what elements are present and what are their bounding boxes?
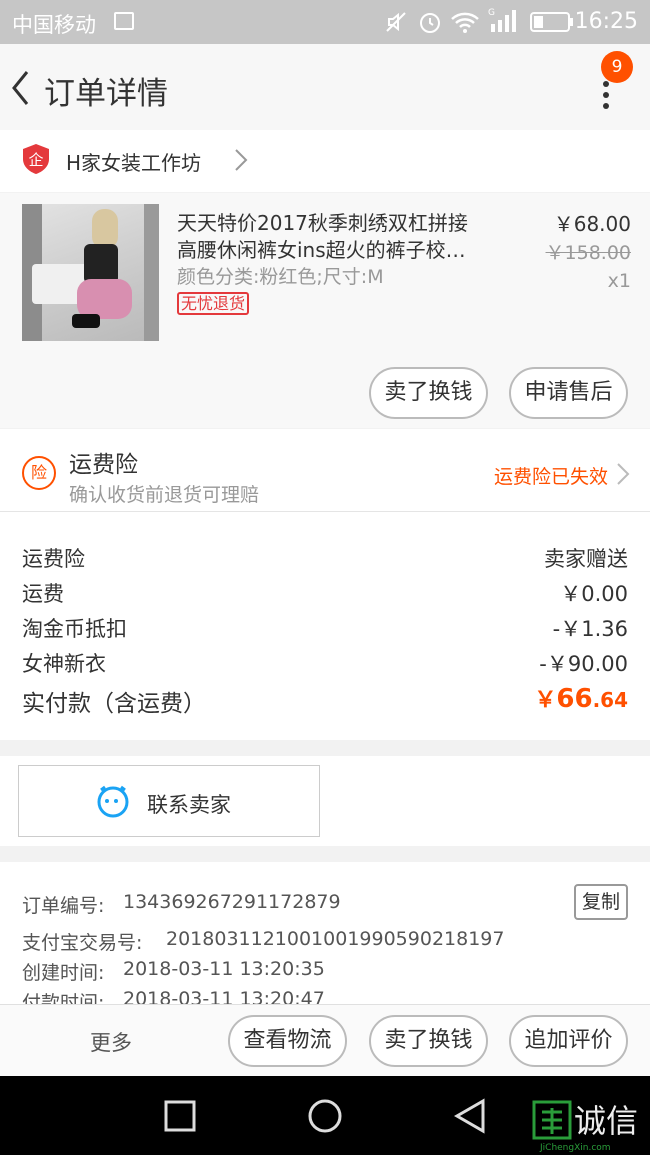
watermark-url: JiChengXin.com [540, 1143, 611, 1153]
recents-icon[interactable] [164, 1100, 196, 1132]
after-sales-button[interactable]: 申请售后 [509, 367, 628, 419]
order-no-label: 订单编号: [22, 895, 105, 917]
chat-icon [97, 785, 129, 818]
home-icon[interactable] [307, 1098, 343, 1134]
battery-icon [530, 12, 573, 32]
svg-text:企: 企 [28, 151, 43, 169]
total-label: 实付款（含运费） [22, 691, 206, 717]
alipay-no: 2018031121001001990590218197 [166, 928, 505, 950]
product-card[interactable]: 天天特价2017秋季刺绣双杠拼接 高腰休闲裤女ins超火的裤子校… 颜色分类:粉… [0, 193, 650, 428]
watermark-text: 诚信 [574, 1102, 639, 1140]
alarm-icon [420, 13, 440, 33]
total-decimal: .64 [592, 688, 628, 712]
paid-time-label: 付款时间: [22, 992, 105, 1004]
product-quantity: x1 [607, 270, 631, 292]
page-title: 订单详情 [44, 76, 168, 112]
svg-text:G: G [488, 8, 495, 18]
total-integer: 66 [556, 684, 593, 714]
more-menu-icon[interactable] [598, 80, 614, 110]
total-currency: ￥ [534, 688, 557, 713]
created-time: 2018-03-11 13:20:35 [123, 958, 325, 980]
contact-seller-label: 联系卖家 [147, 793, 231, 817]
no-worry-return-tag: 无忧退货 [177, 292, 250, 315]
total-amount: ￥66.64 [534, 682, 628, 714]
product-title-line2[interactable]: 高腰休闲裤女ins超火的裤子校… [177, 234, 466, 263]
bottom-action-bar: 更多 查看物流 卖了换钱 追加评价 [0, 1004, 650, 1076]
cost-label-insurance: 运费险 [22, 547, 85, 571]
back-nav-icon[interactable] [453, 1098, 487, 1134]
chevron-right-icon [235, 149, 248, 171]
paid-time: 2018-03-11 13:20:47 [123, 988, 325, 1004]
contact-section: 联系卖家 [0, 756, 650, 846]
product-price: ￥68.00 [553, 212, 631, 236]
insurance-subtitle: 确认收货前退货可理赔 [69, 484, 260, 506]
product-original-price: ￥158.00 [545, 242, 631, 264]
alipay-no-label: 支付宝交易号: [22, 932, 143, 954]
wifi-icon [451, 12, 479, 33]
more-button[interactable]: 更多 [90, 1027, 132, 1057]
app-header: 订单详情 9 [0, 44, 650, 130]
mute-icon [386, 12, 406, 32]
cost-label-shipping: 运费 [22, 582, 64, 606]
insurance-title: 运费险 [69, 452, 138, 478]
clock: 16:25 [574, 9, 638, 34]
copy-order-no-button[interactable]: 复制 [574, 884, 628, 920]
cost-value-insurance: 卖家赠送 [544, 547, 628, 571]
insurance-icon: 险 [22, 456, 56, 490]
shipping-insurance-row[interactable]: 险 运费险 确认收货前退货可理赔 运费险已失效 [0, 429, 650, 511]
cost-label-coins: 淘金币抵扣 [22, 617, 127, 641]
shop-row[interactable]: 企 H家女装工作坊 [0, 130, 650, 192]
product-thumbnail[interactable] [22, 204, 159, 341]
system-nav-bar: 诚信 JiChengXin.com [0, 1076, 650, 1155]
back-icon[interactable] [8, 68, 32, 108]
cost-value-shipping: ￥0.00 [560, 582, 628, 606]
order-info: 订单编号: 134369267291172879 复制 支付宝交易号: 2018… [0, 862, 650, 1004]
cost-label-discount: 女神新衣 [22, 652, 106, 676]
carrier-name: 中国移动 [12, 13, 96, 37]
status-bar: 中国移动 G 16:25 [0, 0, 650, 44]
view-logistics-button[interactable]: 查看物流 [228, 1015, 347, 1067]
add-review-button[interactable]: 追加评价 [509, 1015, 628, 1067]
notification-badge: 9 [601, 51, 633, 83]
chevron-right-icon [617, 463, 630, 485]
order-no: 134369267291172879 [123, 891, 341, 913]
cost-value-coins: -￥1.36 [552, 617, 628, 641]
created-time-label: 创建时间: [22, 962, 105, 984]
product-sku: 颜色分类:粉红色;尺寸:M [177, 266, 384, 288]
sell-for-cash-bottom-button[interactable]: 卖了换钱 [369, 1015, 488, 1067]
shop-name[interactable]: H家女装工作坊 [66, 147, 201, 176]
cost-summary: 运费险 卖家赠送 运费 ￥0.00 淘金币抵扣 -￥1.36 女神新衣 -￥90… [0, 512, 650, 740]
contact-seller-button[interactable]: 联系卖家 [18, 765, 320, 837]
product-title-line1[interactable]: 天天特价2017秋季刺绣双杠拼接 [177, 207, 468, 236]
image-notification-icon [114, 12, 134, 30]
insurance-status: 运费险已失效 [493, 466, 608, 488]
signal-icon: G [488, 8, 516, 32]
enterprise-shop-icon: 企 [23, 144, 49, 174]
watermark-logo [532, 1100, 572, 1140]
sell-for-cash-button[interactable]: 卖了换钱 [369, 367, 488, 419]
cost-value-discount: -￥90.00 [539, 652, 628, 676]
